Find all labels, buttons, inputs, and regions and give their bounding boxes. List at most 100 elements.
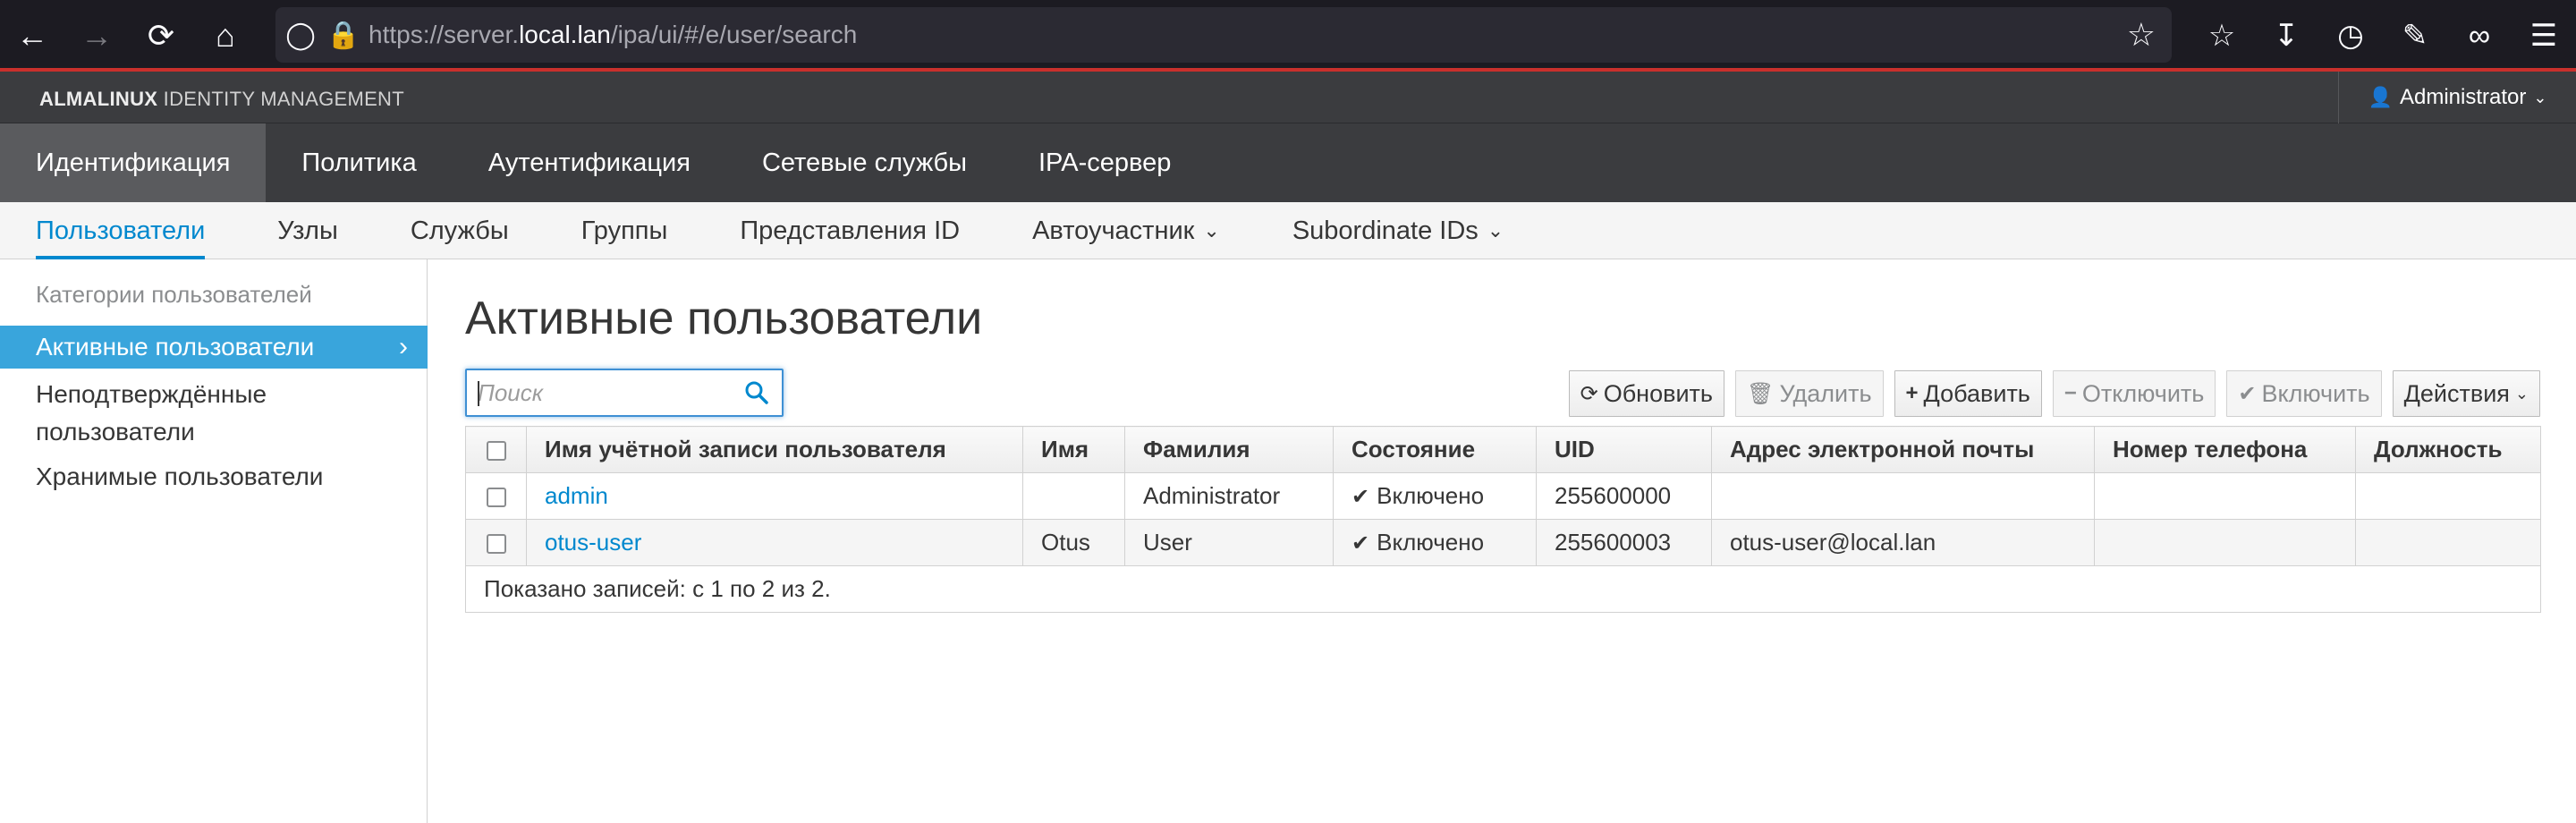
url-text[interactable]: https://server.local.lan/ipa/ui/#/e/user… xyxy=(369,21,857,49)
chevron-down-icon: ⌄ xyxy=(2533,88,2547,106)
tab-policy[interactable]: Политика xyxy=(266,123,452,202)
chevron-right-icon: › xyxy=(399,332,408,361)
cell-phone xyxy=(2094,519,2356,566)
user-link[interactable]: admin xyxy=(545,482,608,509)
primary-nav: Идентификация Политика Аутентификация Се… xyxy=(0,123,2576,202)
tab-identity[interactable]: Идентификация xyxy=(0,123,267,202)
chevron-down-icon: ⌄ xyxy=(2514,384,2529,403)
url-bar[interactable]: ◯ 🔒 https://server.local.lan/ipa/ui/#/e/… xyxy=(275,7,2172,63)
subtab-users[interactable]: Пользователи xyxy=(36,202,206,259)
extensions-icon[interactable]: ✎ xyxy=(2383,18,2447,54)
chevron-down-icon: ⌄ xyxy=(1203,219,1220,242)
chevron-down-icon: ⌄ xyxy=(1487,219,1504,242)
forward-icon[interactable]: → xyxy=(64,0,129,72)
mask-icon[interactable]: ∞ xyxy=(2447,19,2512,54)
cell-last-name: Administrator xyxy=(1124,472,1334,520)
column-header-first-name[interactable]: Имя xyxy=(1022,426,1125,473)
cell-job-title xyxy=(2355,519,2541,566)
reload-icon[interactable]: ⟳ xyxy=(129,0,193,72)
column-header-login[interactable]: Имя учётной записи пользователя xyxy=(526,426,1023,473)
user-icon: 👤 xyxy=(2368,86,2393,108)
cell-uid: 255600003 xyxy=(1536,519,1712,566)
sidebar-item-stage-users[interactable]: Неподтверждённые пользователи xyxy=(0,376,428,451)
refresh-icon: ⟳ xyxy=(1580,381,1598,406)
column-header-phone[interactable]: Номер телефона xyxy=(2094,426,2356,473)
column-header-last-name[interactable]: Фамилия xyxy=(1124,426,1334,473)
cell-last-name: User xyxy=(1124,519,1334,566)
back-icon[interactable]: ← xyxy=(0,0,64,72)
row-checkbox[interactable] xyxy=(486,534,506,555)
table-header-row: Имя учётной записи пользователя Имя Фами… xyxy=(465,426,2541,473)
masthead: ALMALINUX IDENTITY MANAGEMENT 👤 Administ… xyxy=(0,72,2576,123)
minus-icon: − xyxy=(2063,381,2077,405)
column-header-email[interactable]: Адрес электронной почты xyxy=(1711,426,2095,473)
refresh-button[interactable]: ⟳ Обновить xyxy=(1568,370,1724,417)
subtab-hosts[interactable]: Узлы xyxy=(277,202,338,259)
tab-authentication[interactable]: Аутентификация xyxy=(453,123,726,202)
star-icon[interactable]: ☆ xyxy=(2127,16,2156,54)
plus-icon: + xyxy=(1905,381,1919,405)
subtab-id-views[interactable]: Представления ID xyxy=(740,202,960,259)
tab-ipa-server[interactable]: IPA-сервер xyxy=(1003,123,1207,202)
row-select-cell xyxy=(465,472,527,520)
subtab-subordinate-ids[interactable]: Subordinate IDs ⌄ xyxy=(1292,202,1504,259)
column-header-job-title[interactable]: Должность xyxy=(2355,426,2541,473)
cell-login: otus-user xyxy=(526,519,1023,566)
download-icon[interactable]: ↧ xyxy=(2254,18,2318,54)
cell-first-name: Otus xyxy=(1022,519,1125,566)
records-summary: Показано записей: с 1 по 2 из 2. xyxy=(465,565,2541,613)
check-icon: ✔ xyxy=(1352,531,1370,556)
delete-button[interactable]: 🗑 Удалить xyxy=(1734,370,1884,417)
user-link[interactable]: otus-user xyxy=(545,529,641,556)
row-select-cell xyxy=(465,519,527,566)
add-button[interactable]: + Добавить xyxy=(1894,370,2042,417)
cell-status: ✔ Включено xyxy=(1333,519,1537,566)
cell-email: otus-user@local.lan xyxy=(1711,519,2095,566)
column-header-status[interactable]: Состояние xyxy=(1333,426,1537,473)
search-icon[interactable] xyxy=(744,379,769,406)
tab-network-services[interactable]: Сетевые службы xyxy=(726,123,1003,202)
trash-icon: 🗑 xyxy=(1746,381,1775,406)
cell-uid: 255600000 xyxy=(1536,472,1712,520)
user-menu[interactable]: 👤 Administrator ⌄ xyxy=(2338,72,2576,123)
select-all-checkbox[interactable] xyxy=(486,441,506,462)
browser-toolbar: ← → ⟳ ⌂ ◯ 🔒 https://server.local.lan/ipa… xyxy=(0,0,2576,72)
page-title: Активные пользователи xyxy=(465,293,983,344)
text-cursor xyxy=(478,381,479,406)
select-all-cell xyxy=(465,426,527,473)
cell-first-name xyxy=(1022,472,1125,520)
enable-button[interactable]: ✔ Включить xyxy=(2226,370,2382,417)
row-checkbox[interactable] xyxy=(486,488,506,508)
subtab-automember[interactable]: Автоучастник ⌄ xyxy=(1032,202,1220,259)
subtab-groups[interactable]: Группы xyxy=(581,202,668,259)
table-row: otus-user Otus User ✔ Включено 255600003 … xyxy=(465,519,2541,566)
check-icon: ✔ xyxy=(2238,381,2257,406)
cell-status: ✔ Включено xyxy=(1333,472,1537,520)
subtab-services[interactable]: Службы xyxy=(411,202,509,259)
table-footer-row: Показано записей: с 1 по 2 из 2. xyxy=(465,565,2541,613)
cell-login: admin xyxy=(526,472,1023,520)
sidebar-item-active-users[interactable]: Активные пользователи › xyxy=(0,326,428,369)
sidebar-item-preserved-users[interactable]: Хранимые пользователи xyxy=(0,458,428,496)
cell-job-title xyxy=(2355,472,2541,520)
search-box[interactable] xyxy=(465,369,784,417)
actions-dropdown[interactable]: Действия ⌄ xyxy=(2392,370,2540,417)
pocket-icon[interactable]: ☆ xyxy=(2190,18,2254,54)
cell-phone xyxy=(2094,472,2356,520)
column-header-uid[interactable]: UID xyxy=(1536,426,1712,473)
home-icon[interactable]: ⌂ xyxy=(193,0,258,72)
menu-icon[interactable]: ☰ xyxy=(2512,18,2576,54)
user-name: Administrator xyxy=(2399,85,2527,109)
shield-icon[interactable]: ◯ xyxy=(275,20,326,51)
brand-logo: ALMALINUX IDENTITY MANAGEMENT xyxy=(39,88,404,110)
disable-button[interactable]: − Отключить xyxy=(2052,370,2216,417)
toolbar: ⟳ Обновить 🗑 Удалить + Добавить − Отключить … xyxy=(1568,370,2540,417)
history-icon[interactable]: ◷ xyxy=(2318,18,2383,54)
users-table: Имя учётной записи пользователя Имя Фами… xyxy=(465,426,2541,613)
check-icon: ✔ xyxy=(1352,485,1370,509)
table-row: admin Administrator ✔ Включено 255600000 xyxy=(465,472,2541,520)
search-input[interactable] xyxy=(467,371,735,414)
lock-icon[interactable]: 🔒 xyxy=(326,20,361,51)
sidebar: Категории пользователей Активные пользов… xyxy=(0,259,428,823)
sidebar-category-title: Категории пользователей xyxy=(36,281,312,308)
